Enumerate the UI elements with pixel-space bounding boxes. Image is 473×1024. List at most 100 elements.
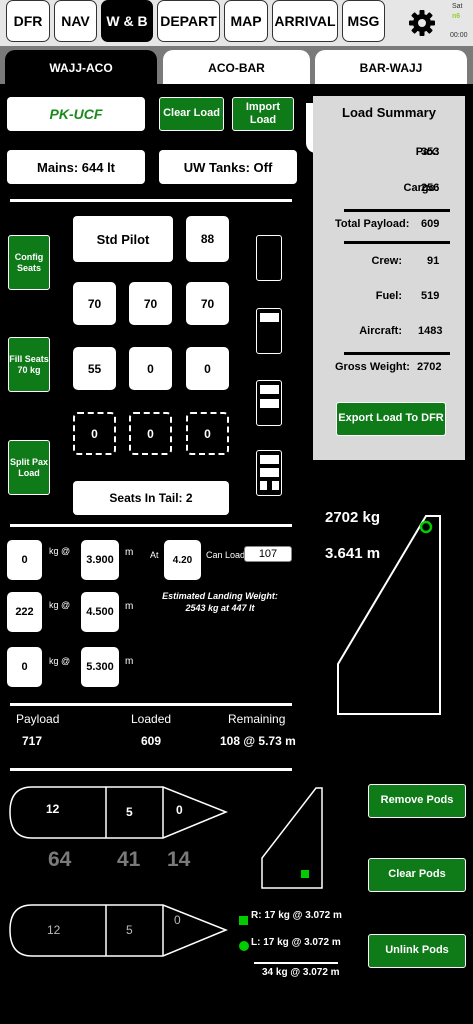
summary-pax-value: 353 — [421, 146, 440, 158]
upper-pod-forward[interactable]: 12 — [46, 802, 59, 816]
seat-2-3[interactable]: 70 — [186, 282, 229, 325]
seat-2-1[interactable]: 70 — [73, 282, 116, 325]
clock: 00:00 — [450, 32, 468, 39]
seat-layout-2-icon[interactable] — [256, 308, 282, 354]
summary-crew-value: 91 — [427, 255, 440, 267]
uw-tanks-button[interactable]: UW Tanks: Off — [159, 150, 297, 184]
divider — [10, 524, 292, 527]
cargo-2-arm-input[interactable]: 4.500 — [81, 592, 119, 632]
seats-in-tail-button[interactable]: Seats In Tail: 2 — [73, 481, 229, 515]
gear-icon[interactable] — [407, 8, 437, 38]
payload-label: Payload — [16, 712, 60, 726]
left-pod-indicator — [239, 941, 249, 951]
payload-value: 717 — [22, 734, 43, 748]
summary-fuel-value: 519 — [421, 290, 440, 302]
divider — [10, 768, 292, 771]
seat-3-3[interactable]: 0 — [186, 347, 229, 390]
sat-label: Sat — [452, 3, 463, 10]
load-summary-panel: Load Summary Pax: 353 Cargo: 256 Total P… — [313, 96, 465, 460]
seat-layout-1-icon[interactable] — [256, 235, 282, 281]
config-seats-button[interactable]: Config Seats — [8, 235, 50, 290]
nav-tab-dfr[interactable]: DFR — [6, 0, 50, 42]
pilot-weight[interactable]: 88 — [186, 216, 229, 262]
nav-tab-map[interactable]: MAP — [224, 0, 268, 42]
seat-layout-4-icon[interactable] — [256, 450, 282, 496]
leg-tabs: WAJJ-ACO ACO-BAR BAR-WAJJ — [0, 46, 473, 86]
summary-cargo-value: 256 — [421, 182, 440, 194]
cargo-3-arm-input[interactable]: 5.300 — [81, 647, 119, 687]
cargo-2-kg-input[interactable]: 222 — [7, 592, 42, 632]
pod-cg-marker — [301, 870, 309, 878]
seat-3-2[interactable]: 0 — [129, 347, 172, 390]
remaining-value: 108 @ 5.73 m — [220, 734, 296, 748]
at-arm-input[interactable]: 4.20 — [164, 540, 201, 580]
leg-tab-bar-wajj[interactable]: BAR-WAJJ — [315, 50, 467, 86]
unit-m-label: m — [125, 656, 134, 667]
nav-tab-wb[interactable]: W & B — [101, 0, 153, 42]
mains-fuel-button[interactable]: Mains: 644 lt — [7, 150, 145, 184]
summary-divider — [344, 352, 450, 355]
summary-aircraft-label: Aircraft: — [359, 325, 402, 337]
left-pod-weight: L: 17 kg @ 3.072 m — [251, 937, 341, 948]
seat-4-3[interactable]: 0 — [186, 412, 229, 455]
nav-tab-msg[interactable]: MSG — [342, 0, 385, 42]
upper-pod-mid[interactable]: 5 — [126, 805, 133, 819]
kg-at-label: kg @ — [49, 600, 71, 610]
cargo-3-kg-input[interactable]: 0 — [7, 647, 42, 687]
landing-weight-value: 2543 kg at 447 lt — [185, 603, 255, 613]
pod-capacity-forward: 64 — [48, 848, 72, 871]
export-load-button[interactable]: Export Load To DFR — [336, 402, 446, 436]
summary-divider — [344, 241, 450, 244]
seat-layout-3-icon[interactable] — [256, 380, 282, 426]
nav-tab-depart[interactable]: DEPART — [157, 0, 220, 42]
split-pax-load-button[interactable]: Split Pax Load — [8, 440, 50, 495]
right-pod-weight: R: 17 kg @ 3.072 m — [251, 910, 342, 921]
landing-weight-title: Estimated Landing Weight: — [162, 591, 278, 601]
leg-tab-aco-bar[interactable]: ACO-BAR — [163, 50, 310, 86]
lower-pod-forward[interactable]: 12 — [47, 923, 60, 937]
cg-envelope-chart — [337, 515, 441, 715]
divider — [10, 199, 292, 202]
clear-pods-button[interactable]: Clear Pods — [368, 858, 466, 892]
summary-aircraft-value: 1483 — [418, 325, 443, 337]
loaded-label: Loaded — [131, 712, 172, 726]
can-load-value: 107 — [244, 546, 292, 562]
cargo-1-arm-input[interactable]: 3.900 — [81, 540, 119, 580]
seat-3-1[interactable]: 55 — [73, 347, 116, 390]
seat-4-2[interactable]: 0 — [129, 412, 172, 455]
right-pod-indicator — [239, 916, 248, 925]
lower-pod-mid[interactable]: 5 — [126, 923, 133, 937]
can-load-label: Can Load — [206, 550, 246, 560]
import-load-button[interactable]: Import Load — [232, 97, 294, 131]
at-label: At — [150, 550, 159, 560]
divider — [10, 703, 292, 706]
summary-payload-label: Total Payload: — [335, 218, 410, 230]
sat-status: n6 — [452, 13, 461, 20]
unit-m-label: m — [125, 601, 134, 612]
pod-cg-envelope-chart — [261, 787, 323, 889]
upper-pod-aft[interactable]: 0 — [176, 803, 183, 817]
load-summary-title: Load Summary — [342, 105, 436, 120]
fill-seats-button[interactable]: Fill Seats 70 kg — [8, 337, 50, 392]
unlink-pods-button[interactable]: Unlink Pods — [368, 934, 466, 968]
upper-pod-diagram[interactable] — [8, 785, 230, 840]
divider — [254, 962, 338, 964]
nav-tab-arrival[interactable]: ARRIVAL — [272, 0, 338, 42]
leg-tab-wajj-aco[interactable]: WAJJ-ACO — [5, 50, 157, 86]
cg-point-marker — [419, 520, 433, 534]
seat-2-2[interactable]: 70 — [129, 282, 172, 325]
cargo-1-kg-input[interactable]: 0 — [7, 540, 42, 580]
remaining-label: Remaining — [228, 712, 286, 726]
aircraft-registration: PK-UCF — [7, 97, 145, 131]
total-pod-weight: 34 kg @ 3.072 m — [262, 967, 340, 978]
clear-load-button[interactable]: Clear Load — [159, 97, 224, 131]
lower-pod-diagram[interactable] — [8, 903, 230, 958]
nav-tab-nav[interactable]: NAV — [54, 0, 97, 42]
summary-gross-value: 2702 — [417, 361, 442, 373]
lower-pod-aft[interactable]: 0 — [174, 913, 181, 927]
seat-4-1[interactable]: 0 — [73, 412, 116, 455]
remove-pods-button[interactable]: Remove Pods — [368, 784, 466, 818]
kg-at-label: kg @ — [49, 656, 71, 666]
pod-capacity-aft: 14 — [167, 848, 191, 871]
pilot-seat[interactable]: Std Pilot — [73, 216, 173, 262]
